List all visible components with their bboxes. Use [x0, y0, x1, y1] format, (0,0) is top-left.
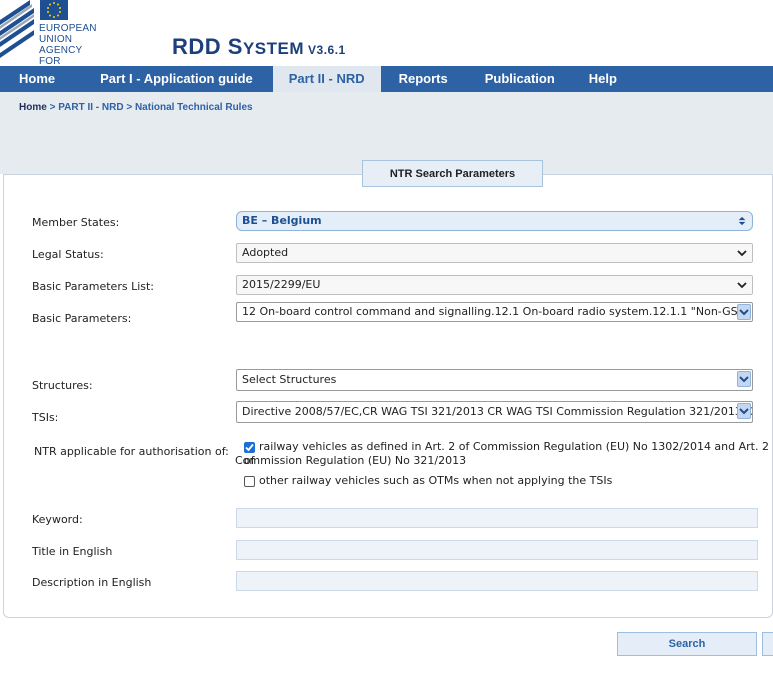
logo-line: UNION — [39, 34, 73, 45]
basic-params-list-select[interactable]: 2015/2299/EU — [236, 275, 753, 295]
secondary-button-partial[interactable] — [762, 632, 773, 656]
breadcrumb-path[interactable]: > PART II - NRD > National Technical Rul… — [47, 102, 253, 113]
title-english-input[interactable] — [236, 540, 758, 560]
structures-value: Select Structures — [242, 373, 337, 386]
legal-status-label: Legal Status: — [32, 248, 104, 261]
keyword-label: Keyword: — [32, 513, 83, 526]
ntr-applicable-label: NTR applicable for authorisation of: — [34, 445, 229, 458]
nav-part1[interactable]: Part I - Application guide — [74, 66, 273, 92]
chevron-down-icon — [737, 282, 747, 289]
member-states-select[interactable]: BE – Belgium — [236, 211, 753, 231]
nav-reports[interactable]: Reports — [381, 66, 466, 92]
basic-params-list-label: Basic Parameters List: — [32, 280, 155, 293]
legal-status-select[interactable]: Adopted — [236, 243, 753, 263]
chevron-down-icon — [737, 250, 747, 257]
breadcrumb-home[interactable]: Home — [19, 102, 47, 113]
updown-arrows-icon — [738, 216, 746, 226]
eu-agency-logo[interactable]: EUROPEAN UNION AGENCY FOR RAILWAYS — [0, 0, 110, 78]
legal-status-value: Adopted — [242, 246, 289, 259]
app-title: RDD SYSTEM V3.6.1 — [172, 34, 346, 60]
basic-params-value: 12 On-board control command and signalli… — [242, 305, 753, 318]
chevron-down-icon — [739, 408, 749, 415]
railway-vehicles-checkbox[interactable] — [244, 441, 255, 453]
nav-publication[interactable]: Publication — [466, 66, 574, 92]
member-states-value: BE – Belgium — [242, 214, 322, 227]
other-vehicles-text: other railway vehicles such as OTMs when… — [259, 474, 613, 487]
basic-params-list-value: 2015/2299/EU — [242, 278, 321, 291]
tsis-multiselect[interactable]: Directive 2008/57/EC,CR WAG TSI 321/2013… — [236, 401, 753, 423]
nav-help[interactable]: Help — [574, 66, 632, 92]
logo-line: AGENCY — [39, 45, 83, 56]
chevron-down-icon — [739, 309, 749, 316]
app-title-main: RDD S — [172, 34, 243, 59]
panel-title-tab[interactable]: NTR Search Parameters — [362, 160, 543, 187]
chevron-down-icon — [739, 376, 749, 383]
other-vehicles-option[interactable]: other railway vehicles such as OTMs when… — [244, 474, 612, 488]
breadcrumb: Home > PART II - NRD > National Technica… — [19, 102, 253, 113]
railway-vehicles-text-line2: Commission Regulation (EU) No 321/2013 — [235, 454, 467, 467]
member-states-label: Member States: — [32, 216, 120, 229]
main-nav: Home Part I - Application guide Part II … — [0, 66, 773, 92]
header: EUROPEAN UNION AGENCY FOR RAILWAYS RDD S… — [0, 0, 773, 78]
other-vehicles-checkbox[interactable] — [244, 475, 255, 487]
checkmark-icon — [245, 443, 254, 451]
description-english-label: Description in English — [32, 576, 152, 589]
nav-part2-nrd[interactable]: Part II - NRD — [272, 66, 381, 92]
description-english-input[interactable] — [236, 571, 758, 591]
app-title-small: YSTEM — [242, 39, 305, 58]
app-version: V3.6.1 — [308, 43, 346, 57]
basic-params-label: Basic Parameters: — [32, 312, 132, 325]
structures-label: Structures: — [32, 379, 93, 392]
tsis-value: Directive 2008/57/EC,CR WAG TSI 321/2013… — [242, 405, 753, 418]
tsis-dropdown-button[interactable] — [737, 403, 751, 419]
search-button[interactable]: Search — [617, 632, 757, 656]
basic-params-multiselect[interactable]: 12 On-board control command and signalli… — [236, 302, 753, 322]
logo-line: EUROPEAN — [39, 23, 97, 34]
title-english-label: Title in English — [32, 545, 113, 558]
tsis-label: TSIs: — [32, 411, 59, 424]
keyword-input[interactable] — [236, 508, 758, 528]
structures-multiselect[interactable]: Select Structures — [236, 369, 753, 391]
nav-home[interactable]: Home — [0, 66, 74, 92]
basic-params-dropdown-button[interactable] — [737, 304, 751, 320]
structures-dropdown-button[interactable] — [737, 371, 751, 387]
